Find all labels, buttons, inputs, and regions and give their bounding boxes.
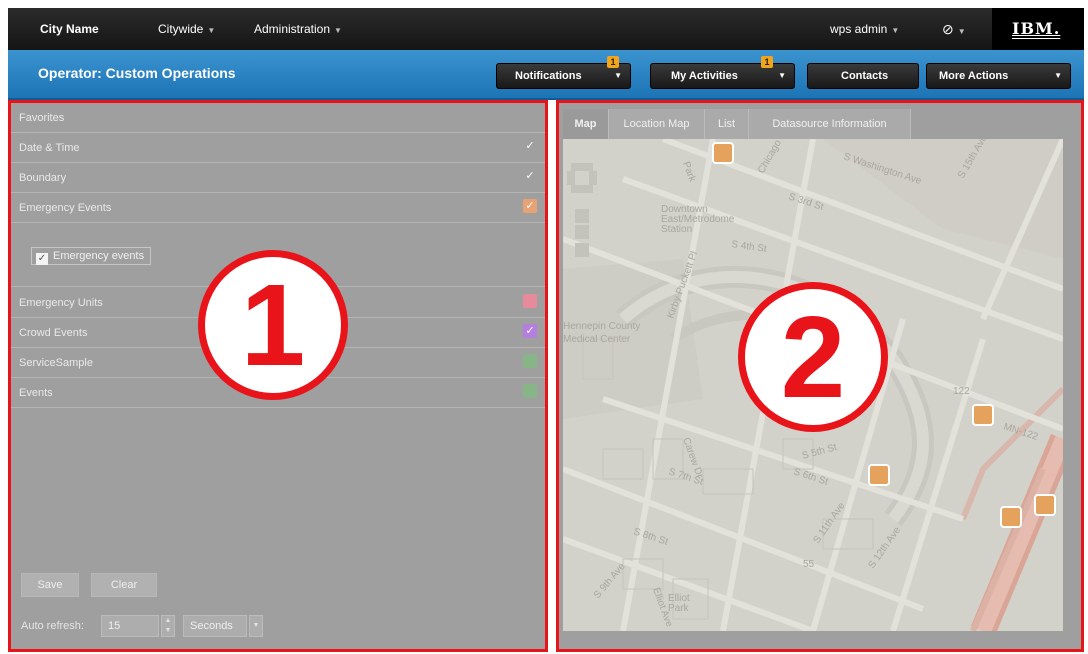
chevron-down-icon: ▼ <box>957 27 966 36</box>
svg-text:Station: Station <box>661 224 692 235</box>
svg-text:122: 122 <box>953 386 970 397</box>
user-menu[interactable]: wps admin ▼ <box>830 8 899 50</box>
annotation-circle-1: 1 <box>198 250 348 400</box>
page-header: Operator: Custom Operations Notification… <box>8 50 1084 100</box>
layer-row-date-time[interactable]: Date & Time ✓ <box>11 133 545 163</box>
layer-label: Boundary <box>19 172 67 184</box>
layer-label: Date & Time <box>19 142 80 154</box>
tab-location-map[interactable]: Location Map <box>609 109 705 139</box>
ibm-logo: IBM. <box>1012 19 1061 38</box>
top-navigation-bar: City Name Citywide ▼ Administration ▼ wps … <box>8 8 1084 50</box>
chevron-down-icon: ▼ <box>334 26 342 35</box>
citywide-menu[interactable]: Citywide ▼ <box>158 8 215 50</box>
chevron-down-icon: ▼ <box>1054 71 1062 80</box>
tab-map[interactable]: Map <box>563 109 609 139</box>
crowd-events-checkbox[interactable]: ✓ <box>523 324 537 338</box>
layer-row-boundary[interactable]: Boundary ✓ <box>11 163 545 193</box>
chevron-down-icon: ▼ <box>778 71 786 80</box>
layer-label: Favorites <box>19 112 65 124</box>
help-menu[interactable]: ⊘ ▼ <box>942 8 966 50</box>
checkmark-icon[interactable]: ✓ <box>523 169 537 183</box>
filter-label: Emergency events <box>53 250 145 262</box>
ibm-logo-area: IBM. <box>992 8 1084 50</box>
page-title: Operator: Custom Operations <box>38 65 236 81</box>
tab-datasource-information[interactable]: Datasource Information <box>749 109 911 139</box>
contacts-label: Contacts <box>841 70 889 82</box>
auto-refresh-input[interactable]: 15 <box>101 615 159 637</box>
checkmark-icon[interactable]: ✓ <box>523 139 537 153</box>
svg-text:Park: Park <box>668 603 690 614</box>
layer-label: Events <box>19 387 53 399</box>
help-icon: ⊘ <box>942 21 954 37</box>
layer-label: Emergency Units <box>19 297 103 309</box>
svg-text:Medical Center: Medical Center <box>563 334 631 345</box>
checkbox-icon: ✓ <box>36 253 48 265</box>
notifications-label: Notifications <box>515 70 582 82</box>
more-actions-label: More Actions <box>939 70 1009 82</box>
save-button[interactable]: Save <box>21 573 79 597</box>
emergency-events-checkbox[interactable]: ✓ <box>523 199 537 213</box>
my-activities-badge: 1 <box>761 56 773 68</box>
annotation-circle-2: 2 <box>738 282 888 432</box>
my-activities-button[interactable]: My Activities 1 ▼ <box>650 56 795 89</box>
chevron-down-icon: ▼ <box>891 26 900 35</box>
more-actions-button[interactable]: More Actions ▼ <box>926 63 1071 89</box>
stepper-up-icon[interactable]: ▲ <box>162 616 174 626</box>
notifications-button[interactable]: Notifications 1 ▼ <box>496 56 631 89</box>
svg-text:Hennepin County: Hennepin County <box>563 321 640 332</box>
layer-label: Emergency Events <box>19 202 112 214</box>
clear-button[interactable]: Clear <box>91 573 157 597</box>
layer-label: Crowd Events <box>19 327 88 339</box>
refresh-unit-select[interactable]: Seconds <box>183 615 247 637</box>
chevron-down-icon: ▼ <box>207 26 216 35</box>
city-name-link[interactable]: City Name <box>40 8 99 50</box>
emergency-units-checkbox[interactable] <box>523 294 537 308</box>
service-sample-checkbox[interactable] <box>523 354 537 368</box>
chevron-down-icon[interactable]: ▼ <box>249 615 263 637</box>
chevron-down-icon: ▼ <box>614 71 622 80</box>
administration-menu[interactable]: Administration ▼ <box>254 8 342 50</box>
emergency-events-filter-checkbox[interactable]: ✓ Emergency events <box>31 247 152 265</box>
my-activities-label: My Activities <box>671 70 738 82</box>
events-checkbox[interactable] <box>523 384 537 398</box>
app-window: City Name Citywide ▼ Administration ▼ wps … <box>0 0 1088 654</box>
stepper-down-icon[interactable]: ▼ <box>162 626 174 636</box>
layer-row-favorites[interactable]: Favorites <box>11 103 545 133</box>
layer-row-emergency-events[interactable]: Emergency Events ✓ <box>11 193 545 223</box>
auto-refresh-label: Auto refresh: <box>21 620 84 632</box>
tab-list[interactable]: List <box>705 109 749 139</box>
contacts-button[interactable]: Contacts <box>807 63 919 89</box>
svg-text:55: 55 <box>803 559 815 570</box>
refresh-stepper[interactable]: ▲ ▼ <box>161 615 175 637</box>
layer-label: ServiceSample <box>19 357 93 369</box>
